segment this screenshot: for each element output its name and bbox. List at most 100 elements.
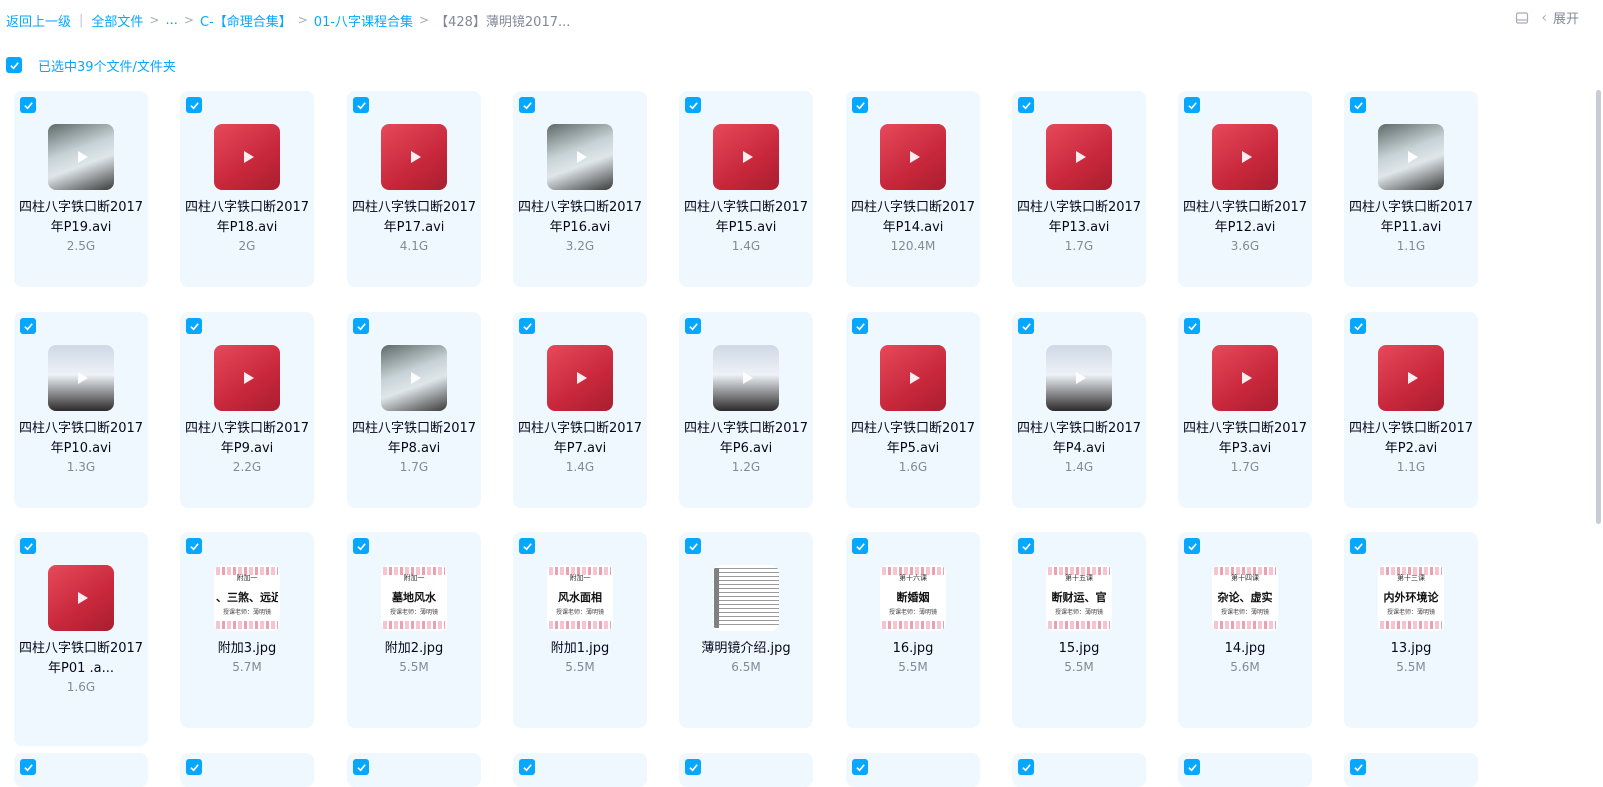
file-checkbox[interactable] [1350, 97, 1366, 113]
file-checkbox[interactable] [1184, 318, 1200, 334]
file-card[interactable]: 四柱八字铁口断2017年P8.avi 1.7G [347, 312, 481, 508]
file-card[interactable]: 四柱八字铁口断2017年P15.avi 1.4G [679, 91, 813, 287]
file-checkbox[interactable] [685, 538, 701, 554]
file-card[interactable] [347, 753, 481, 787]
file-checkbox[interactable] [685, 97, 701, 113]
flower-border [549, 621, 611, 629]
file-checkbox[interactable] [685, 759, 701, 775]
play-icon [77, 592, 88, 604]
file-card[interactable] [1178, 753, 1312, 787]
file-checkbox[interactable] [186, 97, 202, 113]
file-checkbox[interactable] [519, 318, 535, 334]
file-card[interactable]: 四柱八字铁口断2017年P6.avi 1.2G [679, 312, 813, 508]
breadcrumb-item-mingli[interactable]: C-【命理合集】 [200, 11, 292, 30]
file-card[interactable]: 附加一 风水面相 授课老师：薄明镜 附加1.jpg 5.5M [513, 532, 647, 728]
file-checkbox[interactable] [1018, 318, 1034, 334]
file-card[interactable]: 第十五课 断财运、官 授课老师：薄明镜 15.jpg 5.5M [1012, 532, 1146, 728]
video-thumbnail [214, 124, 280, 190]
file-checkbox[interactable] [186, 318, 202, 334]
file-card[interactable]: 四柱八字铁口断2017年P14.avi 120.4M [846, 91, 980, 287]
play-icon [1241, 151, 1252, 163]
file-card[interactable]: 附加一 墓地风水 授课老师：薄明镜 附加2.jpg 5.5M [347, 532, 481, 728]
file-checkbox[interactable] [186, 759, 202, 775]
file-checkbox[interactable] [1018, 97, 1034, 113]
play-icon [77, 372, 88, 384]
file-card[interactable]: 四柱八字铁口断2017年P10.avi 1.3G [14, 312, 148, 508]
poster-title: 内外环境论 [1383, 591, 1439, 604]
file-card[interactable]: 四柱八字铁口断2017年P2.avi 1.1G [1344, 312, 1478, 508]
file-card[interactable]: 附加一 、三煞、远近 授课老师：薄明镜 附加3.jpg 5.7M [180, 532, 314, 728]
file-checkbox[interactable] [1350, 759, 1366, 775]
file-card[interactable]: 四柱八字铁口断2017年P9.avi 2.2G [180, 312, 314, 508]
file-checkbox[interactable] [852, 538, 868, 554]
poster-title: 断财运、官 [1051, 591, 1107, 604]
file-card[interactable] [1344, 753, 1478, 787]
file-card[interactable]: 四柱八字铁口断2017年P4.avi 1.4G [1012, 312, 1146, 508]
file-checkbox[interactable] [852, 759, 868, 775]
file-checkbox[interactable] [1184, 538, 1200, 554]
file-card[interactable] [14, 753, 148, 787]
select-all-checkbox[interactable] [6, 57, 22, 73]
file-checkbox[interactable] [353, 97, 369, 113]
file-checkbox[interactable] [20, 759, 36, 775]
file-card[interactable] [679, 753, 813, 787]
file-card[interactable]: 第十六课 断婚姻 授课老师：薄明镜 16.jpg 5.5M [846, 532, 980, 728]
file-checkbox[interactable] [353, 759, 369, 775]
file-card[interactable]: 四柱八字铁口断2017年P17.avi 4.1G [347, 91, 481, 287]
file-checkbox[interactable] [20, 97, 36, 113]
scrollbar[interactable] [1596, 90, 1601, 524]
breadcrumb-item-ellipsis[interactable]: ... [165, 13, 177, 28]
file-card[interactable]: 四柱八字铁口断2017年P11.avi 1.1G [1344, 91, 1478, 287]
file-checkbox[interactable] [685, 318, 701, 334]
file-size: 3.6G [1230, 239, 1260, 253]
file-checkbox[interactable] [353, 538, 369, 554]
file-checkbox[interactable] [1184, 759, 1200, 775]
panel-icon[interactable] [1515, 11, 1529, 25]
breadcrumb-item-bazi[interactable]: 01-八字课程合集 [314, 11, 413, 30]
file-card[interactable]: 四柱八字铁口断2017年P12.avi 3.6G [1178, 91, 1312, 287]
file-card[interactable] [513, 753, 647, 787]
file-checkbox[interactable] [1350, 538, 1366, 554]
file-card[interactable]: 第十三课 内外环境论 授课老师：薄明镜 13.jpg 5.5M [1344, 532, 1478, 728]
breadcrumb-item-all-files[interactable]: 全部文件 [91, 11, 143, 30]
file-card[interactable]: 四柱八字铁口断2017年P13.avi 1.7G [1012, 91, 1146, 287]
play-icon [1407, 151, 1418, 163]
file-name: 16.jpg [892, 641, 934, 656]
file-card[interactable] [846, 753, 980, 787]
file-card[interactable]: 薄明镜介绍.jpg 6.5M [679, 532, 813, 728]
file-checkbox[interactable] [519, 538, 535, 554]
file-card[interactable]: 第十四课 杂论、虚实 授课老师：薄明镜 14.jpg 5.6M [1178, 532, 1312, 728]
file-card[interactable]: 四柱八字铁口断2017年P5.avi 1.6G [846, 312, 980, 508]
file-card[interactable]: 四柱八字铁口断2017年P01 .a... 1.6G [14, 532, 148, 746]
file-checkbox[interactable] [20, 538, 36, 554]
back-link[interactable]: 返回上一级 [6, 11, 71, 30]
file-size: 1.1G [1396, 460, 1426, 474]
file-checkbox[interactable] [186, 538, 202, 554]
file-checkbox[interactable] [353, 318, 369, 334]
file-card[interactable]: 四柱八字铁口断2017年P18.avi 2G [180, 91, 314, 287]
file-name: 四柱八字铁口断2017年P19.avi [18, 200, 144, 235]
file-checkbox[interactable] [1018, 759, 1034, 775]
file-card[interactable]: 四柱八字铁口断2017年P3.avi 1.7G [1178, 312, 1312, 508]
file-card[interactable]: 四柱八字铁口断2017年P7.avi 1.4G [513, 312, 647, 508]
checkmark-icon [189, 542, 199, 550]
file-size: 1.4G [731, 239, 761, 253]
file-size: 6.5M [731, 660, 761, 674]
file-checkbox[interactable] [1018, 538, 1034, 554]
expand-button[interactable]: ‹ 展开 [1541, 8, 1579, 28]
file-card[interactable]: 四柱八字铁口断2017年P16.avi 3.2G [513, 91, 647, 287]
file-checkbox[interactable] [519, 759, 535, 775]
file-card[interactable]: 四柱八字铁口断2017年P19.avi 2.5G [14, 91, 148, 287]
file-card[interactable] [1012, 753, 1146, 787]
checkmark-icon [688, 763, 698, 771]
file-checkbox[interactable] [20, 318, 36, 334]
play-icon [243, 151, 254, 163]
file-checkbox[interactable] [519, 97, 535, 113]
file-checkbox[interactable] [1184, 97, 1200, 113]
file-checkbox[interactable] [852, 318, 868, 334]
file-card[interactable] [180, 753, 314, 787]
breadcrumb-arrow-icon: > [183, 13, 194, 27]
top-right-actions: ‹ 展开 [1515, 8, 1579, 27]
file-checkbox[interactable] [1350, 318, 1366, 334]
file-checkbox[interactable] [852, 97, 868, 113]
